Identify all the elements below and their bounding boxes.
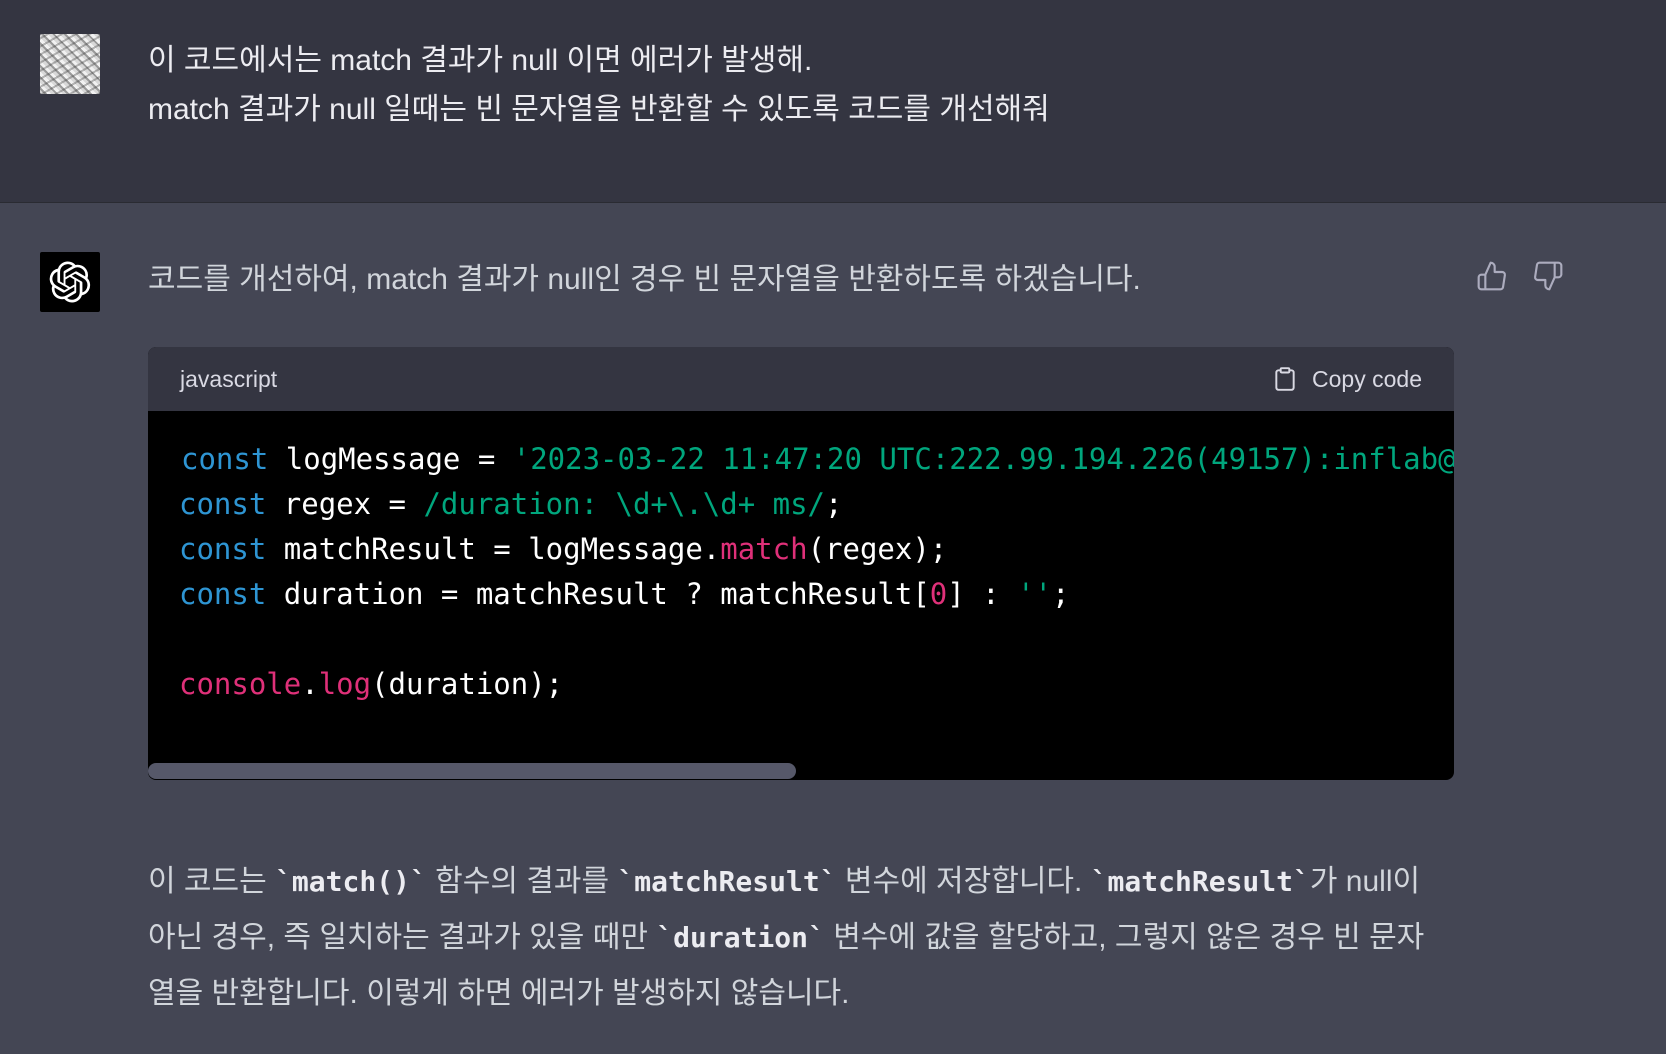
- inline-code: `duration`: [656, 921, 825, 954]
- explanation-text: 아닌 경우, 즉 일치하는 결과가 있을 때만: [148, 921, 657, 954]
- user-message-text: 이 코드에서는 match 결과가 null 이면 에러가 발생해. match…: [148, 36, 1050, 134]
- copy-code-label: Copy code: [1312, 365, 1422, 392]
- code-line: const duration = matchResult ? matchResu…: [179, 570, 1069, 618]
- explanation-text: 열을 반환합니다. 이렇게 하면 에러가 발생하지 않습니다.: [148, 977, 850, 1010]
- code-block: javascript Copy code const logMessage = …: [148, 347, 1454, 780]
- clipboard-icon: [1275, 367, 1295, 391]
- code-token: 0: [929, 577, 948, 611]
- thumbs-up-button[interactable]: [1474, 258, 1510, 294]
- code-line: const matchResult = logMessage.match(reg…: [179, 525, 947, 573]
- assistant-intro-text: 코드를 개선하여, match 결과가 null인 경우 빈 문자열을 반환하도…: [148, 263, 1141, 296]
- assistant-explanation: 이 코드는 `match()` 함수의 결과를 `matchResult` 변수…: [148, 854, 1448, 1022]
- user-avatar: [40, 34, 100, 94]
- code-language-label: javascript: [180, 365, 278, 392]
- code-token: '2023-03-22 11:47:20 UTC:222.99.194.226(…: [512, 442, 1454, 476]
- explanation-text: 이 코드는: [148, 865, 276, 898]
- explanation-text: 변수에 저장합니다.: [836, 865, 1091, 898]
- user-message-row: 이 코드에서는 match 결과가 null 이면 에러가 발생해. match…: [0, 0, 1666, 203]
- code-body: const logMessage = '2023-03-22 11:47:20 …: [148, 411, 1454, 780]
- code-token: '': [1017, 577, 1053, 611]
- code-token: ;: [825, 487, 843, 521]
- code-token: (regex);: [807, 532, 948, 566]
- code-token: ;: [1052, 577, 1070, 611]
- code-block-header: javascript Copy code: [148, 347, 1454, 411]
- code-token: const: [179, 532, 267, 566]
- code-token: match: [720, 532, 808, 566]
- code-token: const: [179, 487, 267, 521]
- explanation-line: 이 코드는 `match()` 함수의 결과를 `matchResult` 변수…: [148, 854, 1448, 910]
- code-token: const: [179, 577, 267, 611]
- code-token: const: [181, 442, 269, 476]
- code-token: console: [179, 667, 302, 701]
- code-token: matchResult = logMessage.: [266, 532, 721, 566]
- thumbs-down-icon: [1534, 261, 1563, 291]
- code-token: duration = matchResult ? matchResult[: [266, 577, 930, 611]
- thumbs-up-icon: [1477, 261, 1506, 291]
- explanation-text: 변수에 값을 할당하고, 그렇지 않은 경우 빈 문자: [824, 921, 1425, 954]
- code-token: log: [318, 667, 372, 701]
- assistant-avatar: [40, 252, 100, 312]
- code-token: /duration: \d+\.\d+ ms/: [423, 487, 826, 521]
- user-message-line: 이 코드에서는 match 결과가 null 이면 에러가 발생해.: [148, 44, 813, 77]
- user-message-line: match 결과가 null 일때는 빈 문자열을 반환할 수 있도록 코드를 …: [148, 93, 1050, 126]
- openai-logo-icon: [49, 261, 91, 303]
- code-token: regex =: [266, 487, 424, 521]
- explanation-line: 열을 반환합니다. 이렇게 하면 에러가 발생하지 않습니다.: [148, 966, 1448, 1022]
- code-line: const logMessage = '2023-03-22 11:47:20 …: [181, 435, 1454, 483]
- copy-code-button[interactable]: Copy code: [1272, 364, 1422, 394]
- explanation-text: 가 null이: [1309, 865, 1421, 898]
- explanation-line: 아닌 경우, 즉 일치하는 결과가 있을 때만 `duration` 변수에 값…: [148, 910, 1448, 966]
- code-token: (duration);: [371, 667, 564, 701]
- code-line: const regex = /duration: \d+\.\d+ ms/;: [179, 480, 843, 528]
- code-horizontal-scrollbar[interactable]: [148, 763, 796, 779]
- inline-code: `match()`: [275, 865, 427, 898]
- explanation-text: 함수의 결과를: [426, 865, 618, 898]
- code-token: ] :: [947, 577, 1018, 611]
- thumbs-down-button[interactable]: [1530, 258, 1566, 294]
- inline-code: `matchResult`: [1090, 865, 1310, 898]
- code-line: console.log(duration);: [179, 660, 563, 708]
- inline-code: `matchResult`: [617, 865, 837, 898]
- code-token: logMessage =: [268, 442, 513, 476]
- code-token: .: [301, 667, 319, 701]
